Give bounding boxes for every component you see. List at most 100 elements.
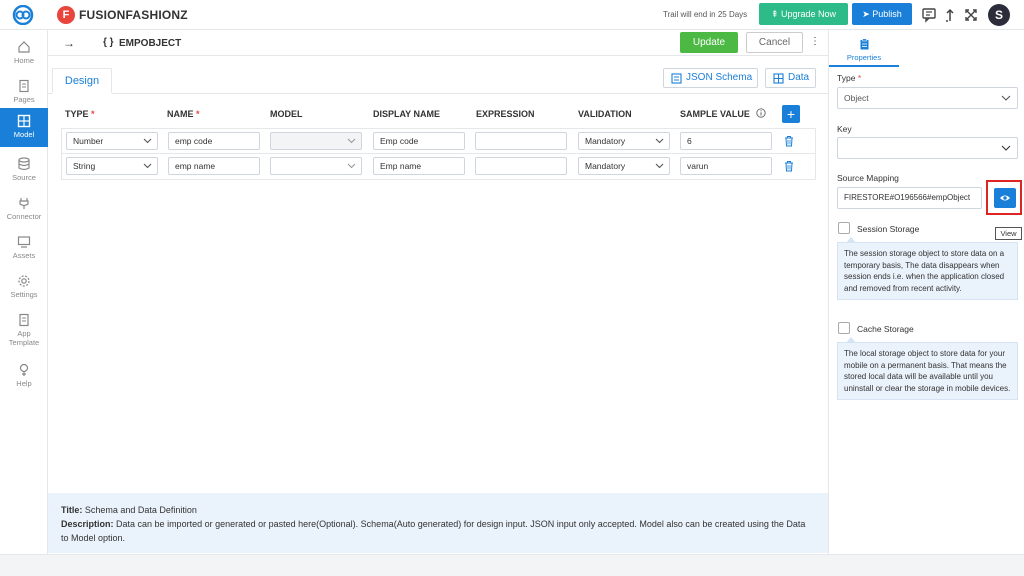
column-header-name: NAME *: [167, 109, 200, 119]
brand-name: FUSIONFASHIONZ: [79, 8, 188, 22]
sidebar-item-help[interactable]: Help: [0, 357, 48, 396]
data-button[interactable]: Data: [765, 68, 816, 88]
sidebar-item-connector[interactable]: Connector: [0, 190, 48, 229]
tab-design[interactable]: Design: [52, 68, 112, 94]
trash-icon[interactable]: [784, 160, 794, 172]
column-header-validation: VALIDATION: [578, 109, 632, 119]
validation-select[interactable]: Mandatory: [578, 132, 670, 150]
info-icon[interactable]: [756, 108, 766, 118]
chevron-down-icon: [347, 138, 356, 144]
expression-input[interactable]: [475, 132, 567, 150]
plug-icon: [19, 198, 29, 209]
comment-icon[interactable]: [921, 7, 937, 23]
sidebar-item-source[interactable]: Source: [0, 151, 48, 190]
session-storage-label: Session Storage: [857, 224, 920, 234]
arrow-right-icon[interactable]: →: [63, 36, 75, 50]
app-logo-icon[interactable]: [12, 5, 34, 25]
table-icon: [773, 73, 784, 84]
publish-button[interactable]: ➤ Publish: [852, 3, 912, 25]
pages-icon: [19, 79, 29, 93]
monitor-icon: [17, 236, 31, 248]
editor-tabs: Design JSON Schema Data: [48, 68, 828, 94]
chevron-down-icon: [143, 138, 152, 144]
type-label: Type *: [837, 73, 862, 83]
object-braces-icon: { }: [103, 37, 114, 48]
editor-header: → { } EMPOBJECT Update Cancel ⋮: [48, 30, 828, 56]
sample-value-input[interactable]: varun: [680, 157, 772, 175]
json-schema-button[interactable]: JSON Schema: [663, 68, 758, 88]
chevron-down-icon: [655, 163, 664, 169]
name-input[interactable]: emp code: [168, 132, 260, 150]
model-icon: [17, 114, 31, 128]
object-title: EMPOBJECT: [119, 38, 182, 49]
eye-icon: [1000, 195, 1010, 201]
user-avatar[interactable]: S: [988, 4, 1010, 26]
type-select[interactable]: String: [66, 157, 158, 175]
chevron-down-icon: [655, 138, 664, 144]
clipboard-icon: [860, 38, 868, 50]
model-select[interactable]: [270, 132, 362, 150]
sidebar-item-pages[interactable]: Pages: [0, 73, 48, 112]
info-description: Description: Data can be imported or gen…: [61, 519, 806, 543]
key-label: Key: [837, 124, 852, 134]
send-icon: ➤: [862, 9, 873, 19]
left-sidebar: Home Pages Model Source Connector Assets…: [0, 30, 48, 554]
column-header-display-name: DISPLAY NAME: [373, 109, 441, 119]
display-name-input[interactable]: Emp code: [373, 132, 465, 150]
expression-input[interactable]: [475, 157, 567, 175]
tab-properties[interactable]: Properties: [829, 30, 899, 67]
top-bar: F FUSIONFASHIONZ Trail will end in 25 Da…: [0, 0, 1024, 30]
cancel-button[interactable]: Cancel: [746, 32, 803, 53]
chevron-down-icon: [347, 163, 356, 169]
gear-icon: [18, 275, 30, 287]
model-select[interactable]: [270, 157, 362, 175]
name-input[interactable]: emp name: [168, 157, 260, 175]
trash-icon[interactable]: [784, 135, 794, 147]
update-button[interactable]: Update: [680, 32, 738, 53]
model-editor: → { } EMPOBJECT Update Cancel ⋮ Design J…: [48, 30, 828, 554]
column-header-type: TYPE *: [65, 109, 95, 119]
sidebar-item-home[interactable]: Home: [0, 34, 48, 73]
source-mapping-label: Source Mapping: [837, 173, 899, 183]
json-icon: [671, 73, 682, 84]
view-tooltip: View: [995, 227, 1022, 240]
session-storage-description: The session storage object to store data…: [837, 237, 1018, 300]
help-icon: [19, 363, 29, 376]
view-button[interactable]: [994, 188, 1016, 208]
type-select[interactable]: Number: [66, 132, 158, 150]
sidebar-item-assets[interactable]: Assets: [0, 229, 48, 268]
cache-storage-label: Cache Storage: [857, 324, 914, 334]
source-mapping-input[interactable]: FIRESTORE#O196566#empObject: [837, 187, 982, 209]
database-icon: [18, 157, 30, 171]
upgrade-icon: ⇞: [770, 9, 781, 19]
brand-logo: F: [57, 6, 75, 24]
column-header-expression: EXPRESSION: [476, 109, 535, 119]
type-select[interactable]: Object: [837, 87, 1018, 109]
template-icon: [19, 313, 29, 327]
cache-storage-description: The local storage object to store data f…: [837, 337, 1018, 400]
session-storage-checkbox[interactable]: [838, 222, 850, 234]
chevron-down-icon: [1001, 145, 1011, 151]
chevron-down-icon: [1001, 95, 1011, 101]
export-icon[interactable]: [942, 7, 958, 23]
trial-notice: Trail will end in 25 Days: [663, 10, 748, 19]
column-header-sample-value: SAMPLE VALUE: [680, 109, 750, 119]
schema-info-box: Title: Schema and Data Definition Descri…: [48, 493, 828, 553]
chevron-down-icon: [143, 163, 152, 169]
display-name-input[interactable]: Emp name: [373, 157, 465, 175]
sidebar-item-model[interactable]: Model: [0, 108, 48, 147]
sample-value-input[interactable]: 6: [680, 132, 772, 150]
cache-storage-checkbox[interactable]: [838, 322, 850, 334]
validation-select[interactable]: Mandatory: [578, 157, 670, 175]
table-row: String emp name Emp name Mandatory varun: [61, 154, 816, 180]
fullscreen-icon[interactable]: [963, 7, 979, 23]
add-field-button[interactable]: +: [782, 105, 800, 123]
key-select[interactable]: [837, 137, 1018, 159]
sidebar-item-app-template[interactable]: App Template: [0, 307, 48, 351]
more-vertical-icon[interactable]: ⋮: [810, 36, 820, 47]
home-icon: [18, 41, 30, 53]
properties-panel: Properties Type * Object Key Source Mapp…: [828, 30, 1024, 554]
upgrade-now-button[interactable]: ⇞ Upgrade Now: [759, 3, 848, 25]
column-header-model: MODEL: [270, 109, 303, 119]
sidebar-item-settings[interactable]: Settings: [0, 268, 48, 307]
